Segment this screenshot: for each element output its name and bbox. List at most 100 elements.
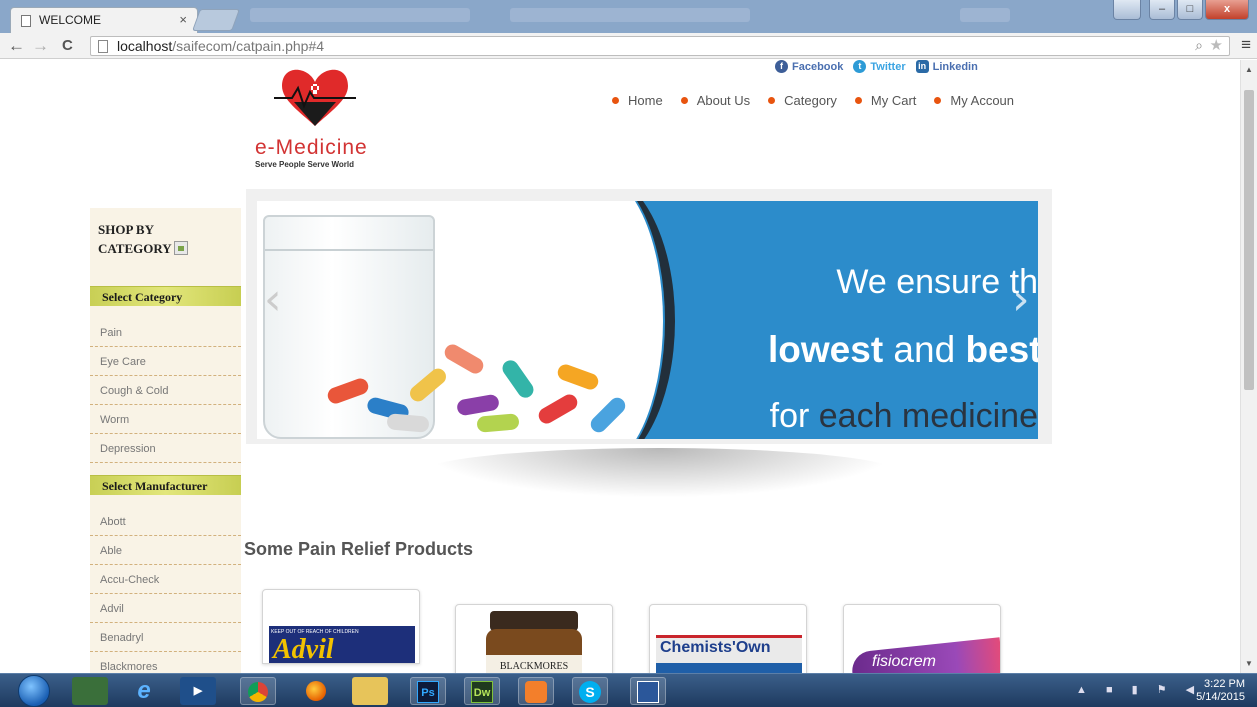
product-card-fisiocrem[interactable]: fisiocrem — [843, 604, 1001, 679]
browser-menu-icon[interactable]: ≡ — [1241, 35, 1251, 55]
slide-line-2: lowest and best pric — [768, 329, 1038, 371]
new-tab-button[interactable] — [191, 9, 241, 31]
product-card-advil[interactable]: KEEP OUT OF REACH OF CHILDREN Advil — [262, 589, 420, 664]
xampp-icon[interactable] — [518, 677, 554, 705]
forward-icon[interactable]: → — [32, 36, 49, 56]
sidebar-item-accu-check[interactable]: Accu-Check — [90, 565, 241, 594]
brand-tagline: Serve People Serve World — [255, 160, 355, 169]
reload-icon[interactable]: C — [62, 36, 73, 56]
close-window-button[interactable]: x — [1205, 0, 1249, 20]
page-icon — [21, 15, 31, 27]
sidebar-item-benadryl[interactable]: Benadryl — [90, 623, 241, 652]
nav-label: My Cart — [870, 93, 917, 108]
sidebar-item-advil[interactable]: Advil — [90, 594, 241, 623]
promo-slide[interactable]: We ensure th lowest and best pric for ea… — [257, 201, 1038, 439]
zoom-icon[interactable]: ⌕ — [1195, 37, 1203, 54]
slider-shadow — [420, 448, 900, 498]
background-window-title — [960, 8, 1010, 22]
pill-image — [455, 393, 501, 417]
address-bar[interactable]: localhost/saifecom/catpain.php#4 ⌕ ★ — [90, 36, 1230, 56]
nav-item-category[interactable]: Category — [768, 93, 837, 108]
social-links: f Facebook t Twitter in Linkedin — [775, 60, 978, 73]
nav-label: Home — [628, 93, 663, 108]
slider-next-arrow-icon[interactable]: › — [1012, 274, 1030, 325]
pill-image — [441, 341, 487, 377]
sidebar-item-pain[interactable]: Pain — [90, 318, 241, 347]
nav-item-my-cart[interactable]: My Cart — [854, 93, 917, 108]
product-card-blackmores[interactable]: BLACKMORES — [455, 604, 613, 679]
nav-item-home[interactable]: Home — [612, 93, 663, 108]
user-profile-button[interactable] — [1113, 0, 1141, 20]
tab-close-icon[interactable]: × — [179, 12, 187, 27]
browser-toolbar: ← → C localhost/saifecom/catpain.php#4 ⌕… — [0, 33, 1257, 59]
tab-title: WELCOME — [39, 13, 102, 27]
nav-label: Category — [784, 93, 837, 108]
advil-label: Advil — [273, 634, 334, 664]
select-manufacturer-header: Select Manufacturer — [90, 475, 241, 495]
slide-text-for: for — [769, 397, 819, 435]
minimize-button[interactable]: – — [1149, 0, 1175, 20]
clock[interactable]: 3:22 PM 5/14/2015 — [1196, 678, 1245, 704]
page-scrollbar[interactable]: ▲ ▼ — [1240, 60, 1257, 673]
jar-lid-image — [490, 611, 578, 631]
bookmark-star-icon[interactable]: ★ — [1210, 36, 1223, 54]
sidebar-item-cough-cold[interactable]: Cough & Cold — [90, 376, 241, 405]
sidebar-item-depression[interactable]: Depression — [90, 434, 241, 463]
nav-item-my-account[interactable]: My Accoun — [934, 93, 1014, 108]
url-text[interactable]: localhost/saifecom/catpain.php#4 — [117, 38, 324, 54]
clock-date: 5/14/2015 — [1196, 691, 1245, 703]
slide-text-and: and — [883, 329, 966, 370]
browser-tab-welcome[interactable]: WELCOME × — [10, 7, 198, 33]
slide-curve-fill — [523, 201, 663, 439]
product-card-chemists-own[interactable]: Chemists'Own — [649, 604, 807, 679]
scroll-up-icon[interactable]: ▲ — [1245, 65, 1253, 74]
brand-name[interactable]: e-Medicine — [255, 136, 368, 160]
facebook-link[interactable]: f Facebook — [775, 60, 843, 73]
skype-label: S — [579, 681, 601, 703]
maximize-button[interactable]: □ — [1177, 0, 1203, 20]
twitter-link[interactable]: t Twitter — [853, 60, 906, 73]
slide-line-1: We ensure th — [836, 263, 1038, 301]
chrome-icon[interactable] — [240, 677, 276, 705]
page-icon — [98, 40, 108, 53]
sidebar-heading-text: SHOP BY CATEGORY — [98, 222, 172, 256]
skype-icon[interactable]: S — [572, 677, 608, 705]
linkedin-link[interactable]: in Linkedin — [915, 60, 978, 73]
slider-prev-arrow-icon[interactable]: ‹ — [264, 274, 282, 325]
dreamweaver-icon[interactable]: Dw — [464, 677, 500, 705]
internet-explorer-icon[interactable]: e — [126, 677, 162, 705]
sidebar-item-eye-care[interactable]: Eye Care — [90, 347, 241, 376]
products-section-title: Some Pain Relief Products — [244, 539, 474, 559]
select-category-header: Select Category — [90, 286, 241, 306]
nav-label: About Us — [696, 93, 751, 108]
media-center-icon[interactable] — [72, 677, 108, 705]
media-player-icon[interactable]: ▶ — [180, 677, 216, 705]
broken-image-icon — [173, 241, 188, 255]
sidebar-item-able[interactable]: Able — [90, 536, 241, 565]
firefox-icon[interactable] — [298, 677, 334, 705]
facebook-label: Facebook — [792, 60, 844, 73]
bullet-icon — [680, 97, 688, 104]
sidebar-heading: SHOP BY CATEGORY — [98, 220, 218, 258]
file-explorer-icon[interactable] — [352, 677, 388, 705]
dreamweaver-label: Dw — [471, 681, 493, 703]
sidebar-item-abott[interactable]: Abott — [90, 507, 241, 536]
photoshop-icon[interactable]: Ps — [410, 677, 446, 705]
system-tray-icons[interactable]: ▲ ■ ▮ ⚑ ◀ — [1076, 683, 1202, 696]
word-icon[interactable] — [630, 677, 666, 705]
scroll-down-icon[interactable]: ▼ — [1245, 659, 1253, 668]
url-host: localhost — [117, 38, 173, 54]
chemists-own-label: Chemists'Own — [660, 639, 771, 656]
windows-start-button[interactable] — [18, 675, 50, 707]
back-icon[interactable]: ← — [8, 36, 25, 56]
sidebar-item-blackmores[interactable]: Blackmores — [90, 652, 241, 673]
scroll-thumb[interactable] — [1244, 90, 1254, 390]
background-window-title — [510, 8, 750, 22]
fisiocrem-label: fisiocrem — [872, 653, 937, 670]
twitter-icon: t — [853, 60, 867, 73]
browser-titlebar: WELCOME × – □ x — [0, 0, 1257, 33]
category-sidebar: SHOP BY CATEGORY Select Category Pain Ey… — [90, 208, 241, 673]
nav-item-about-us[interactable]: About Us — [680, 93, 751, 108]
heart-pulse-logo-icon[interactable] — [270, 60, 360, 130]
sidebar-item-worm[interactable]: Worm — [90, 405, 241, 434]
